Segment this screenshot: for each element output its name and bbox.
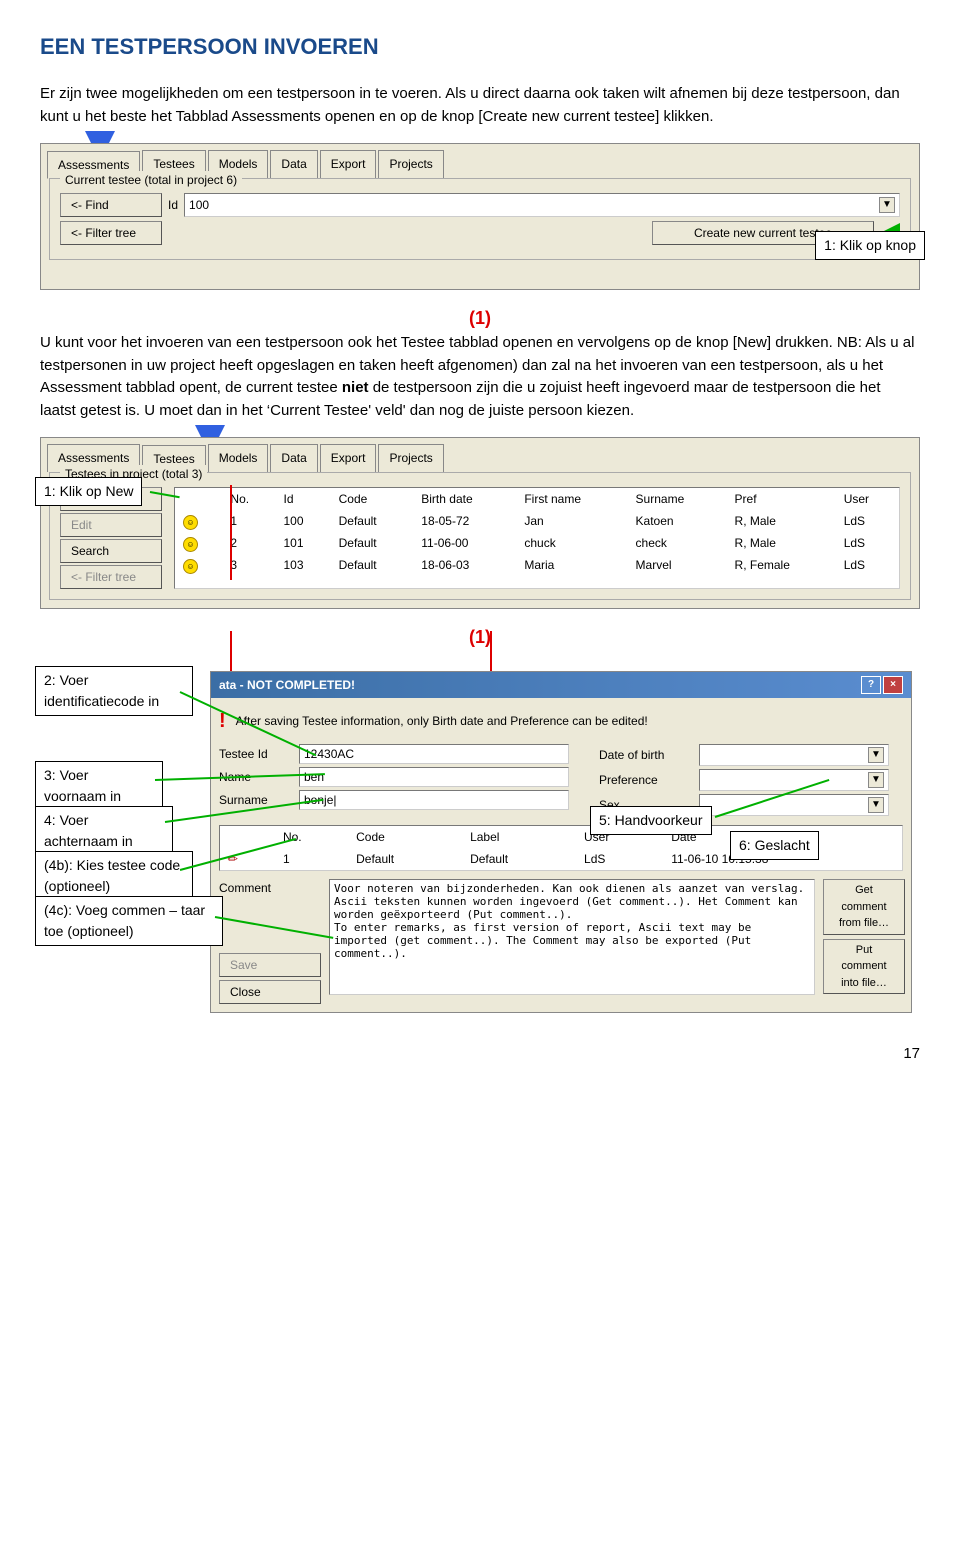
surname-input[interactable] bbox=[299, 790, 569, 810]
callout-2: 2: Voer identificatiecode in bbox=[35, 666, 193, 716]
tab-models[interactable]: Models bbox=[208, 444, 269, 472]
tab-export[interactable]: Export bbox=[320, 444, 377, 472]
search-button[interactable]: Search bbox=[60, 539, 162, 563]
smiley-icon: ☺ bbox=[183, 537, 198, 552]
dialog-titlebar: ata - NOT COMPLETED! ? × bbox=[211, 672, 911, 698]
chevron-down-icon[interactable]: ▼ bbox=[868, 797, 884, 813]
get-comment-button[interactable]: Get comment from file… bbox=[823, 879, 905, 935]
table-header: No.IdCode Birth dateFirst nameSurname Pr… bbox=[175, 488, 899, 510]
callout-1: 1: Klik op knop bbox=[815, 231, 925, 260]
intro-text: Er zijn twee mogelijkheden om een testpe… bbox=[40, 83, 920, 128]
callout-4b: (4b): Kies testee code (optioneel) bbox=[35, 851, 193, 901]
table-row[interactable]: ☺ 3103Default 18-06-03MariaMarvel R, Fem… bbox=[175, 554, 899, 576]
filter-tree-button-2: <- Filter tree bbox=[60, 565, 162, 589]
groupbox-title: Current testee (total in project 6) bbox=[60, 171, 242, 189]
paragraph-2: U kunt voor het invoeren van een testper… bbox=[40, 332, 920, 422]
pref-combo[interactable]: ▼ bbox=[699, 769, 889, 791]
id-combo[interactable]: 100 ▼ bbox=[184, 193, 900, 217]
chevron-down-icon[interactable]: ▼ bbox=[879, 197, 895, 213]
tab-export[interactable]: Export bbox=[320, 150, 377, 178]
put-comment-button[interactable]: Put comment into file… bbox=[823, 939, 905, 995]
smiley-icon: ☺ bbox=[183, 515, 198, 530]
page-title: EEN TESTPERSOON INVOEREN bbox=[40, 30, 920, 63]
save-button: Save bbox=[219, 953, 321, 977]
filter-tree-button[interactable]: <- Filter tree bbox=[60, 221, 162, 245]
testee-id-label: Testee Id bbox=[219, 745, 299, 763]
help-button[interactable]: ? bbox=[861, 676, 881, 694]
page-number: 17 bbox=[40, 1043, 920, 1066]
comment-textarea[interactable] bbox=[329, 879, 815, 995]
pref-label: Preference bbox=[599, 771, 699, 789]
name-input[interactable] bbox=[299, 767, 569, 787]
tab-data[interactable]: Data bbox=[270, 444, 317, 472]
dialog-banner: After saving Testee information, only Bi… bbox=[236, 712, 648, 730]
red-marker-1b: (1) bbox=[469, 627, 491, 647]
callout-5: 5: Handvoorkeur bbox=[590, 806, 712, 835]
tab-projects[interactable]: Projects bbox=[378, 444, 443, 472]
smiley-icon: ☺ bbox=[183, 559, 198, 574]
callout-3: 3: Voer voornaam in bbox=[35, 761, 163, 811]
find-button[interactable]: <- Find bbox=[60, 193, 162, 217]
testee-id-input[interactable] bbox=[299, 744, 569, 764]
red-line bbox=[230, 485, 232, 580]
dialog-title: ata - NOT COMPLETED! bbox=[219, 676, 355, 694]
id-value: 100 bbox=[189, 196, 209, 214]
callout-4c: (4c): Voeg commen – taar toe (optioneel) bbox=[35, 896, 223, 946]
red-marker-1: (1) bbox=[469, 308, 491, 328]
edit-button: Edit bbox=[60, 513, 162, 537]
table-row[interactable]: ☺ 2101Default 11-06-00chuckcheck R, Male… bbox=[175, 532, 899, 554]
id-label: Id bbox=[168, 196, 178, 214]
chevron-down-icon[interactable]: ▼ bbox=[868, 747, 884, 763]
tab-data[interactable]: Data bbox=[270, 150, 317, 178]
table-row[interactable]: ☺ 1100Default 18-05-72JanKatoen R, MaleL… bbox=[175, 510, 899, 532]
close-icon[interactable]: × bbox=[883, 676, 903, 694]
callout-4: 4: Voer achternaam in bbox=[35, 806, 173, 856]
callout-new: 1: Klik op New bbox=[35, 477, 142, 506]
callout-6: 6: Geslacht bbox=[730, 831, 819, 860]
comment-label: Comment bbox=[219, 879, 321, 897]
chevron-down-icon[interactable]: ▼ bbox=[868, 772, 884, 788]
dob-combo[interactable]: ▼ bbox=[699, 744, 889, 766]
tab-projects[interactable]: Projects bbox=[378, 150, 443, 178]
surname-label: Surname bbox=[219, 791, 299, 809]
close-button[interactable]: Close bbox=[219, 980, 321, 1004]
dob-label: Date of birth bbox=[599, 746, 699, 764]
